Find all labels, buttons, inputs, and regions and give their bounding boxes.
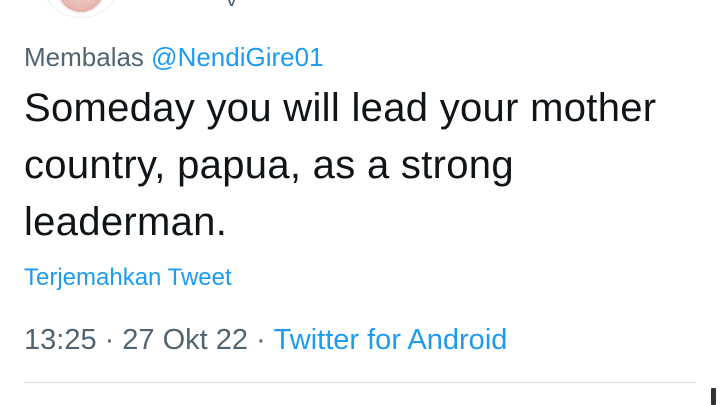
reply-prefix: Membalas <box>24 42 144 72</box>
tweet-source-link[interactable]: Twitter for Android <box>274 324 508 356</box>
reply-handle-link[interactable]: @NendiGire01 <box>151 42 323 72</box>
separator-dot: · <box>104 324 115 356</box>
tweet-text: Someday you will lead your mother countr… <box>24 86 657 244</box>
translate-tweet-link[interactable]: Terjemahkan Tweet <box>24 262 232 294</box>
cropped-header-text: y <box>226 0 262 6</box>
tweet-time[interactable]: 13:25 <box>24 324 97 356</box>
separator-dot: · <box>256 324 266 356</box>
reply-context: Membalas @NendiGire01 <box>24 40 324 74</box>
divider <box>24 382 696 383</box>
tweet-metadata: 13:25 · 27 Okt 22 · Twitter for Android <box>24 322 507 358</box>
tweet-detail-screen: y Membalas @NendiGire01 Someday you will… <box>0 0 720 405</box>
tweet-date[interactable]: 27 Okt 22 <box>122 324 248 356</box>
scrollbar-thumb[interactable] <box>711 388 716 405</box>
